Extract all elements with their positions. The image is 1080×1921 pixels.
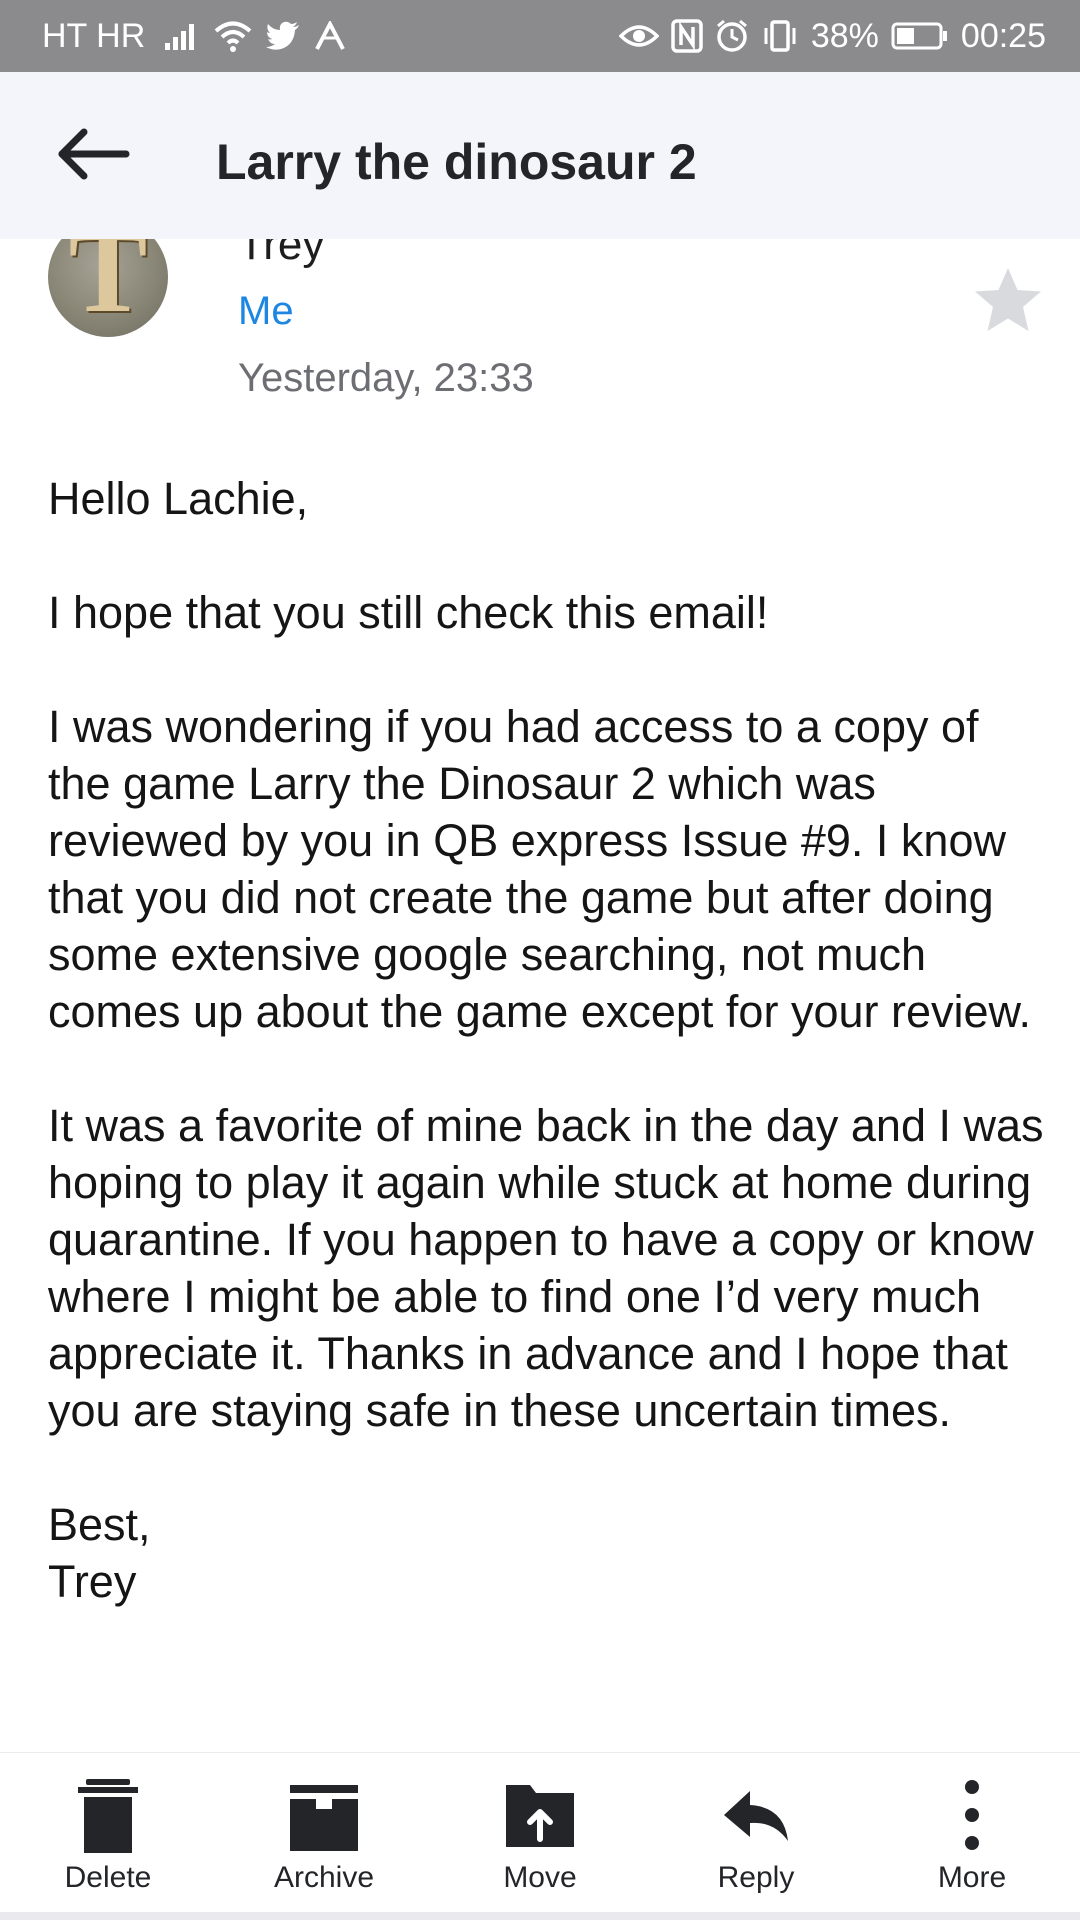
sender-name[interactable]: Trey	[238, 239, 324, 270]
email-subject-title: Larry the dinosaur 2	[216, 134, 697, 190]
move-label: Move	[503, 1861, 577, 1894]
delete-button[interactable]: Delete	[0, 1753, 216, 1921]
status-left: HT HR	[42, 17, 359, 56]
status-right: 38% 00:25	[618, 16, 1046, 56]
more-label: More	[937, 1861, 1007, 1894]
reply-icon	[724, 1791, 788, 1841]
move-folder-icon	[506, 1785, 574, 1847]
signature-text: Trey	[48, 1556, 137, 1607]
move-button[interactable]: Move	[432, 1753, 648, 1921]
battery-percent: 38%	[810, 16, 879, 55]
email-header: Larry the dinosaur 2	[0, 72, 1080, 239]
signoff-text: Best,	[48, 1499, 151, 1550]
archive-label: Archive	[273, 1861, 375, 1894]
app-icon	[313, 21, 347, 51]
star-button[interactable]	[972, 264, 1044, 336]
status-bar: HT HR 38% 00:25	[0, 0, 1080, 72]
reply-label: Reply	[717, 1861, 795, 1894]
email-signoff: Best, Trey	[48, 1496, 1048, 1610]
more-button[interactable]: More	[864, 1753, 1080, 1921]
bottom-edge-strip	[0, 1912, 1080, 1920]
avatar-letter: T	[68, 239, 148, 337]
wifi-icon	[213, 19, 253, 53]
back-button[interactable]	[52, 124, 132, 184]
archive-button[interactable]: Archive	[216, 1753, 432, 1921]
signal-icon	[163, 21, 201, 51]
twitter-icon	[265, 21, 301, 51]
archive-icon	[290, 1785, 358, 1851]
reply-button[interactable]: Reply	[648, 1753, 864, 1921]
vibrate-icon	[761, 19, 799, 53]
message-body: Hello Lachie, I hope that you still chec…	[48, 470, 1048, 1610]
eye-icon	[618, 22, 659, 50]
nfc-icon	[671, 19, 703, 53]
clock-time: 00:25	[960, 16, 1046, 55]
delete-label: Delete	[64, 1861, 152, 1894]
more-vertical-icon	[965, 1780, 979, 1850]
email-paragraph: I was wondering if you had access to a c…	[48, 701, 1032, 1037]
email-paragraph: It was a favorite of mine back in the da…	[48, 1100, 1044, 1436]
email-timestamp: Yesterday, 23:33	[238, 356, 534, 400]
avatar[interactable]: T	[48, 239, 168, 337]
carrier-label: HT HR	[42, 16, 146, 55]
star-icon	[975, 268, 1041, 331]
email-action-toolbar: Delete Archive Move Reply More	[0, 1752, 1080, 1921]
recipient-name[interactable]: Me	[238, 289, 294, 334]
battery-icon	[891, 21, 949, 51]
email-paragraph: I hope that you still check this email!	[48, 587, 769, 638]
alarm-icon	[715, 19, 749, 53]
sender-block: T Trey Me Yesterday, 23:33	[0, 239, 1080, 419]
email-greeting: Hello Lachie,	[48, 473, 309, 524]
trash-icon	[78, 1779, 138, 1853]
back-arrow-icon	[58, 128, 130, 180]
